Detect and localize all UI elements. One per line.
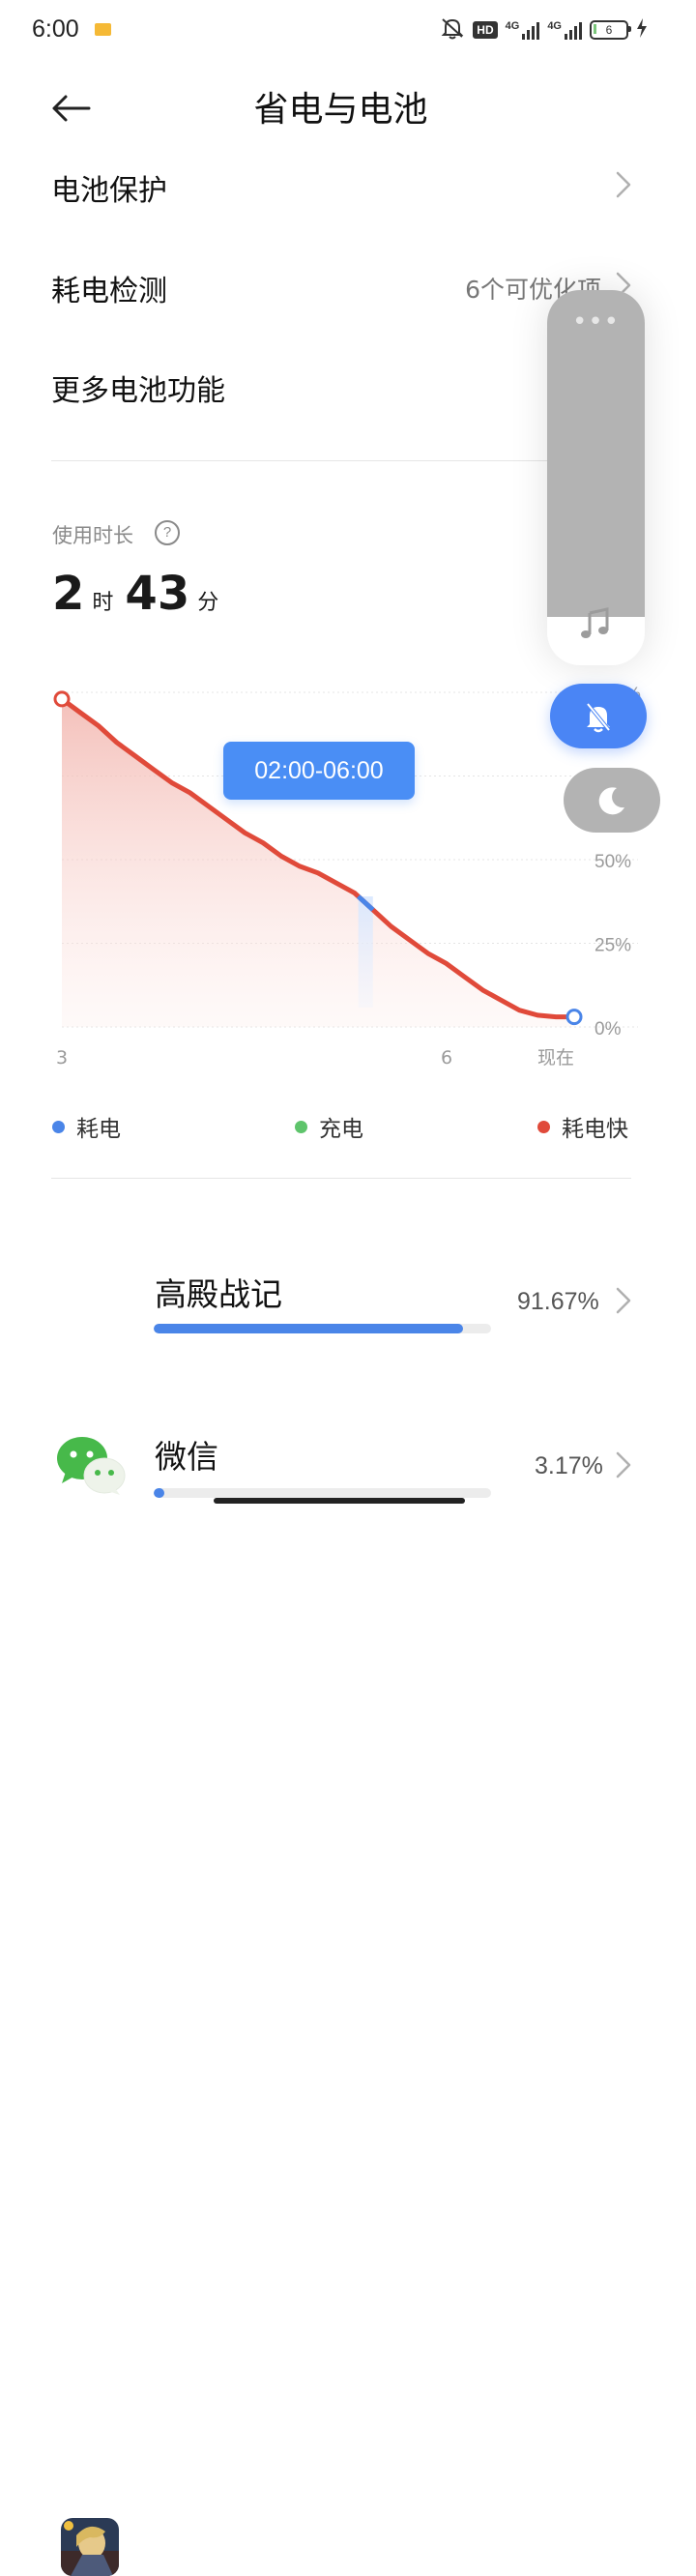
usage-duration: 2 时 43 分 [52, 567, 230, 621]
hd-icon: HD [473, 21, 498, 39]
legend-dot-charge [295, 1120, 307, 1133]
y-tick-label: 50% [594, 852, 631, 872]
usage-bar [154, 1324, 491, 1333]
help-icon[interactable]: ? [155, 520, 180, 545]
mute-status-icon [440, 16, 465, 44]
app-row-game[interactable]: 高殿战记 91.67% [0, 1247, 696, 2576]
wechat-app-icon [56, 1433, 126, 1497]
signal-icon-1: 4G [506, 20, 540, 40]
moon-icon [598, 786, 624, 814]
home-indicator[interactable] [214, 1498, 465, 1504]
legend-label: 充电 [319, 1117, 363, 1142]
app-percent: 91.67% [517, 1288, 599, 1315]
app-name: 高殿战记 [155, 1275, 282, 1313]
divider [51, 1178, 631, 1179]
bell-off-icon [586, 702, 611, 732]
x-tick-label: 现在 [537, 1047, 574, 1068]
more-options-icon[interactable]: ••• [547, 307, 645, 337]
charging-icon [636, 18, 648, 42]
app-row-wechat[interactable]: 微信 3.17% [0, 1412, 696, 1508]
chevron-right-icon [615, 170, 632, 203]
legend-fast: 耗电快 [537, 1110, 628, 1143]
mute-toggle-button[interactable] [550, 684, 647, 748]
x-tick-label: 6 [441, 1047, 452, 1068]
legend-charge: 充电 [295, 1110, 363, 1143]
usage-minutes: 43 [125, 567, 190, 621]
chart-tooltip: 02:00-06:00 [223, 742, 415, 800]
menu-item-battery-protection[interactable]: 电池保护 [0, 137, 696, 232]
x-axis-ticks: 3 6 现在 [56, 1047, 574, 1068]
legend-label: 耗电 [76, 1117, 121, 1142]
notification-icon [95, 23, 111, 36]
chevron-right-icon [615, 1286, 632, 1319]
selected-range-band [358, 896, 373, 1008]
status-icons: HD 4G 4G 6 [440, 17, 648, 43]
usage-hours: 2 [52, 567, 85, 621]
volume-slider-track [547, 290, 645, 617]
usage-bar-fill [154, 1324, 463, 1333]
usage-bar-fill [154, 1488, 165, 1498]
menu-item-label: 电池保护 [51, 174, 167, 208]
y-tick-label: 0% [594, 1019, 622, 1039]
usage-hours-unit: 时 [92, 591, 114, 615]
end-point [566, 1009, 583, 1026]
x-tick-label: 3 [56, 1047, 68, 1068]
app-percent: 3.17% [535, 1452, 603, 1479]
music-note-icon [579, 607, 612, 644]
status-time: 6:00 [32, 15, 79, 43]
legend-consume: 耗电 [52, 1110, 121, 1143]
page-title: 省电与电池 [253, 90, 428, 130]
game-app-icon [61, 2518, 119, 2576]
app-name: 微信 [155, 1438, 218, 1476]
legend-dot-fast [537, 1120, 550, 1133]
legend-dot-consume [52, 1120, 65, 1133]
usage-label: 使用时长 [52, 524, 133, 547]
start-point [53, 690, 71, 708]
signal-icon-2: 4G [547, 20, 582, 40]
divider [51, 460, 631, 461]
usage-minutes-unit: 分 [197, 591, 219, 615]
volume-slider[interactable]: ••• [547, 290, 645, 665]
y-tick-label: 25% [594, 936, 631, 956]
legend-label: 耗电快 [562, 1117, 628, 1142]
battery-icon: 6 [590, 20, 631, 40]
chevron-right-icon [615, 1450, 632, 1483]
menu-item-label: 更多电池功能 [51, 374, 225, 408]
usage-bar [154, 1488, 491, 1498]
menu-item-label: 耗电检测 [51, 275, 167, 308]
do-not-disturb-button[interactable] [564, 768, 660, 833]
